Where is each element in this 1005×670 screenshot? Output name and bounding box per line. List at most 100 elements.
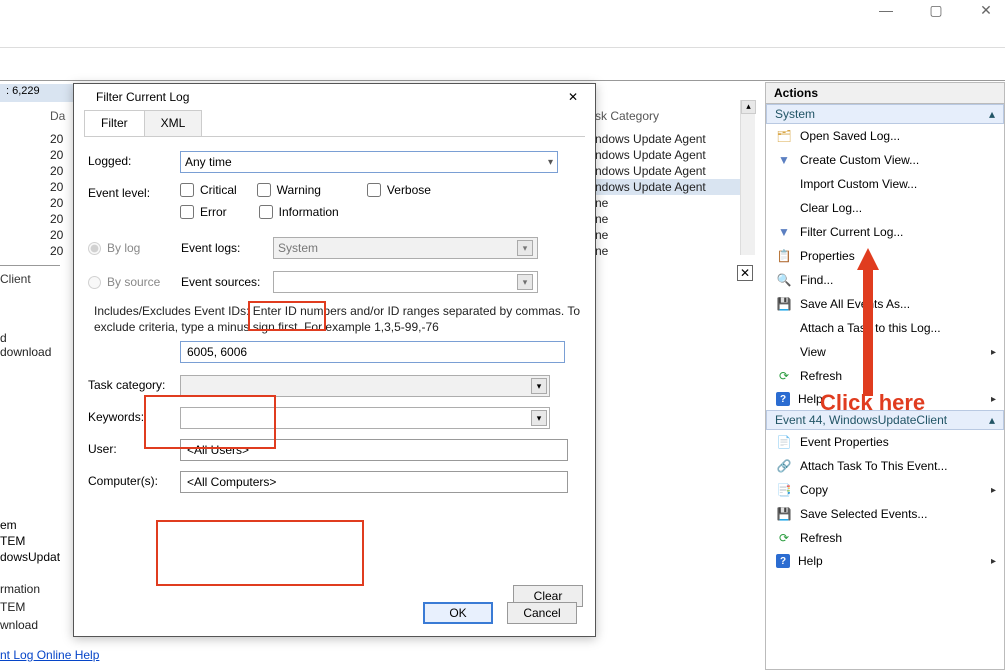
maximize-button[interactable]: ▢ <box>921 2 951 19</box>
checkbox[interactable] <box>257 183 271 197</box>
text-fragment: TEM <box>0 598 65 616</box>
scrollbar[interactable]: ▴ <box>740 100 755 255</box>
text-fragment: wnload <box>0 616 65 634</box>
label: Information <box>279 205 339 219</box>
radio-by-log <box>88 242 101 255</box>
chevron-up-icon[interactable]: ▴ <box>989 413 995 427</box>
action-label: Create Custom View... <box>800 153 919 167</box>
blank-icon <box>776 320 792 336</box>
chk-critical[interactable]: Critical <box>180 183 237 197</box>
row-cell[interactable]: ne <box>595 211 750 227</box>
label: Verbose <box>387 183 431 197</box>
dialog-title: Filter Current Log <box>96 90 189 104</box>
action-properties[interactable]: 📋Properties <box>766 244 1004 268</box>
label-event-sources: Event sources: <box>181 275 273 289</box>
cancel-button[interactable]: Cancel <box>507 602 577 624</box>
logged-value: Any time <box>185 155 232 169</box>
action-refresh[interactable]: ⟳Refresh <box>766 526 1004 550</box>
action-label: Import Custom View... <box>800 177 917 191</box>
minimize-button[interactable]: — <box>871 2 901 19</box>
action-copy[interactable]: 📑Copy▸ <box>766 478 1004 502</box>
checkbox[interactable] <box>367 183 381 197</box>
user-input[interactable] <box>180 439 568 461</box>
find-icon: 🔍 <box>776 272 792 288</box>
chk-warning[interactable]: Warning <box>257 183 321 197</box>
label-by-log: By log <box>107 241 181 255</box>
separator <box>0 47 1005 48</box>
col-header-task: sk Category <box>595 105 750 131</box>
action-save-selected-events[interactable]: 💾Save Selected Events... <box>766 502 1004 526</box>
actions-group-system[interactable]: System ▴ <box>766 104 1004 124</box>
ok-button[interactable]: OK <box>423 602 493 624</box>
action-attach-a-task-to-this-log[interactable]: Attach a Task to this Log... <box>766 316 1004 340</box>
checkbox[interactable] <box>180 205 194 219</box>
help-icon: ? <box>776 392 790 406</box>
chk-information[interactable]: Information <box>259 205 339 219</box>
chevron-up-icon[interactable]: ▴ <box>989 107 995 121</box>
chevron-down-icon[interactable]: ▾ <box>531 410 547 426</box>
close-button[interactable]: ✕ <box>971 2 1001 19</box>
chevron-down-icon[interactable]: ▾ <box>517 274 533 290</box>
checkbox[interactable] <box>180 183 194 197</box>
pane-close-button[interactable]: ✕ <box>737 265 753 281</box>
row-cell[interactable]: ne <box>595 195 750 211</box>
row-cell[interactable]: ndows Update Agent <box>595 147 750 163</box>
scroll-up-icon[interactable]: ▴ <box>741 100 756 114</box>
action-label: Help <box>798 554 823 568</box>
chevron-right-icon: ▸ <box>991 394 996 405</box>
row-cell[interactable]: ndows Update Agent <box>595 163 750 179</box>
action-import-custom-view[interactable]: Import Custom View... <box>766 172 1004 196</box>
row-cell[interactable]: ne <box>595 227 750 243</box>
dialog-close-button[interactable]: ✕ <box>561 90 585 104</box>
label-event-level: Event level: <box>88 183 180 200</box>
action-clear-log[interactable]: Clear Log... <box>766 196 1004 220</box>
chevron-down-icon: ▾ <box>548 157 553 168</box>
checkbox[interactable] <box>259 205 273 219</box>
action-label: Attach a Task to this Log... <box>800 321 941 335</box>
action-filter-current-log[interactable]: ▼Filter Current Log... <box>766 220 1004 244</box>
label: Error <box>200 205 227 219</box>
action-view[interactable]: View▸ <box>766 340 1004 364</box>
tab-filter[interactable]: Filter <box>84 110 145 136</box>
action-refresh[interactable]: ⟳Refresh <box>766 364 1004 388</box>
event-ids-input[interactable] <box>180 341 565 363</box>
group-title: System <box>775 107 815 121</box>
action-save-all-events-as[interactable]: 💾Save All Events As... <box>766 292 1004 316</box>
action-help[interactable]: ?Help▸ <box>766 388 1004 410</box>
actions-group-event[interactable]: Event 44, WindowsUpdateClient ▴ <box>766 410 1004 430</box>
label-computers: Computer(s): <box>88 471 180 488</box>
keywords-combo[interactable]: ▾ <box>180 407 550 429</box>
label-by-source: By source <box>107 275 181 289</box>
action-open-saved-log[interactable]: 🗂Open Saved Log... <box>766 124 1004 148</box>
row-cell[interactable]: ne <box>595 243 750 259</box>
text-fragment: TEM <box>0 534 25 548</box>
blank-icon <box>776 176 792 192</box>
chevron-down-icon: ▾ <box>531 378 547 394</box>
chevron-down-icon: ▾ <box>517 240 533 256</box>
text-fragment: em <box>0 518 17 532</box>
chk-verbose[interactable]: Verbose <box>367 183 431 197</box>
action-label: Open Saved Log... <box>800 129 900 143</box>
action-help[interactable]: ?Help▸ <box>766 550 1004 572</box>
actions-pane: Actions System ▴ 🗂Open Saved Log...▼Crea… <box>765 82 1005 670</box>
label-task-category: Task category: <box>88 375 180 392</box>
label: Critical <box>200 183 237 197</box>
event-sources-combo[interactable]: ▾ <box>273 271 538 293</box>
action-attach-task-to-this-event[interactable]: 🔗Attach Task To This Event... <box>766 454 1004 478</box>
row-cell-selected[interactable]: ndows Update Agent <box>595 179 750 195</box>
row-cell[interactable]: ndows Update Agent <box>595 131 750 147</box>
computers-input[interactable] <box>180 471 568 493</box>
logged-select[interactable]: Any time ▾ <box>180 151 558 173</box>
tab-xml[interactable]: XML <box>144 110 203 136</box>
label-event-logs: Event logs: <box>181 241 273 255</box>
dialog-body: Logged: Any time ▾ Event level: Critical… <box>74 137 595 493</box>
action-create-custom-view[interactable]: ▼Create Custom View... <box>766 148 1004 172</box>
chk-error[interactable]: Error <box>180 205 227 219</box>
prop-icon: 📋 <box>776 248 792 264</box>
online-help-link[interactable]: nt Log Online Help <box>0 648 99 662</box>
chevron-right-icon: ▸ <box>991 485 996 496</box>
text-fragment: dowsUpdat <box>0 550 60 564</box>
action-event-properties[interactable]: 📄Event Properties <box>766 430 1004 454</box>
action-find[interactable]: 🔍Find... <box>766 268 1004 292</box>
action-label: Filter Current Log... <box>800 225 903 239</box>
